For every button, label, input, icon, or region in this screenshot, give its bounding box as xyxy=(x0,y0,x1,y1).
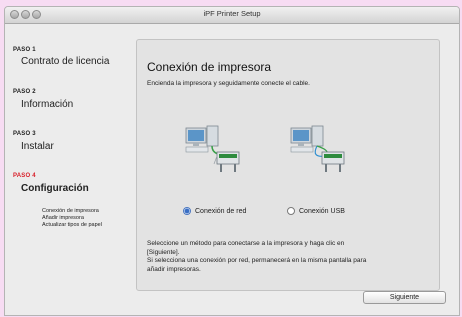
instructions-text: Seleccione un método para conectarse a l… xyxy=(147,240,432,274)
installer-window: iPF Printer Setup PASO 1 Contrato de lic… xyxy=(4,6,460,316)
step-2-number: PASO 2 xyxy=(13,89,36,95)
instructions-line-1: Seleccione un método para conectarse a l… xyxy=(147,240,345,247)
page-title: Conexión de impresora xyxy=(147,60,272,74)
window-title: iPF Printer Setup xyxy=(203,9,261,18)
network-connection-label: Conexión de red xyxy=(195,207,247,215)
title-bar: iPF Printer Setup xyxy=(5,7,459,24)
step-4-name: Configuración xyxy=(21,183,89,194)
network-connection-illustration-icon[interactable] xyxy=(184,122,242,174)
next-button[interactable]: Siguiente xyxy=(363,291,446,304)
steps-sidebar: PASO 1 Contrato de licencia PASO 2 Infor… xyxy=(5,24,131,315)
step-4-number: PASO 4 xyxy=(13,173,36,179)
substep-printer-connection: Conexión de impresora xyxy=(42,208,99,214)
step-3-name: Instalar xyxy=(21,141,54,152)
usb-connection-label: Conexión USB xyxy=(299,207,345,215)
radio-selected-icon xyxy=(183,207,191,215)
instructions-line-2: [Siguiente]. xyxy=(147,248,180,256)
usb-connection-radio[interactable]: Conexión USB xyxy=(287,207,345,215)
substep-update-paper-types: Actualizar tipos de papel xyxy=(42,222,102,228)
content-panel: Conexión de impresora Encienda la impres… xyxy=(136,39,440,291)
step-1-number: PASO 1 xyxy=(13,47,36,53)
step-3-number: PASO 3 xyxy=(13,131,36,137)
page-subtitle: Encienda la impresora y seguidamente con… xyxy=(147,80,310,87)
usb-connection-illustration-icon[interactable] xyxy=(289,122,347,174)
network-connection-radio[interactable]: Conexión de red xyxy=(183,207,246,215)
substep-add-printer: Añadir impresora xyxy=(42,215,84,221)
instructions-line-3: Si selecciona una conexión por red, perm… xyxy=(147,257,367,264)
instructions-line-4: añadir impresoras. xyxy=(147,265,201,273)
step-2-name: Información xyxy=(21,99,74,110)
radio-unselected-icon xyxy=(287,207,295,215)
step-1-name: Contrato de licencia xyxy=(21,56,110,67)
